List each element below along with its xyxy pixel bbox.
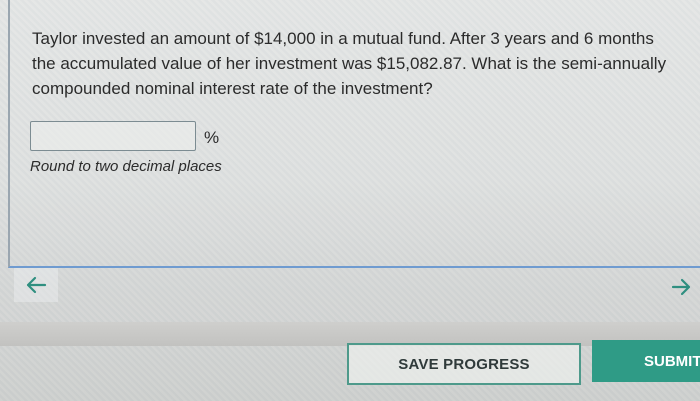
arrow-left-icon [26, 276, 47, 294]
answer-input[interactable] [30, 121, 196, 151]
next-button[interactable] [664, 270, 700, 304]
arrow-right-icon [671, 278, 691, 296]
rounding-hint: Round to two decimal places [30, 158, 222, 175]
question-text: Taylor invested an amount of $14,000 in … [32, 29, 667, 98]
previous-button[interactable] [14, 268, 58, 302]
submit-button[interactable]: SUBMIT A [592, 340, 700, 382]
question-card: Taylor invested an amount of $14,000 in … [8, 0, 700, 268]
save-progress-button[interactable]: SAVE PROGRESS [347, 343, 581, 385]
percent-unit: % [204, 128, 220, 147]
screen: Taylor invested an amount of $14,000 in … [0, 0, 700, 401]
